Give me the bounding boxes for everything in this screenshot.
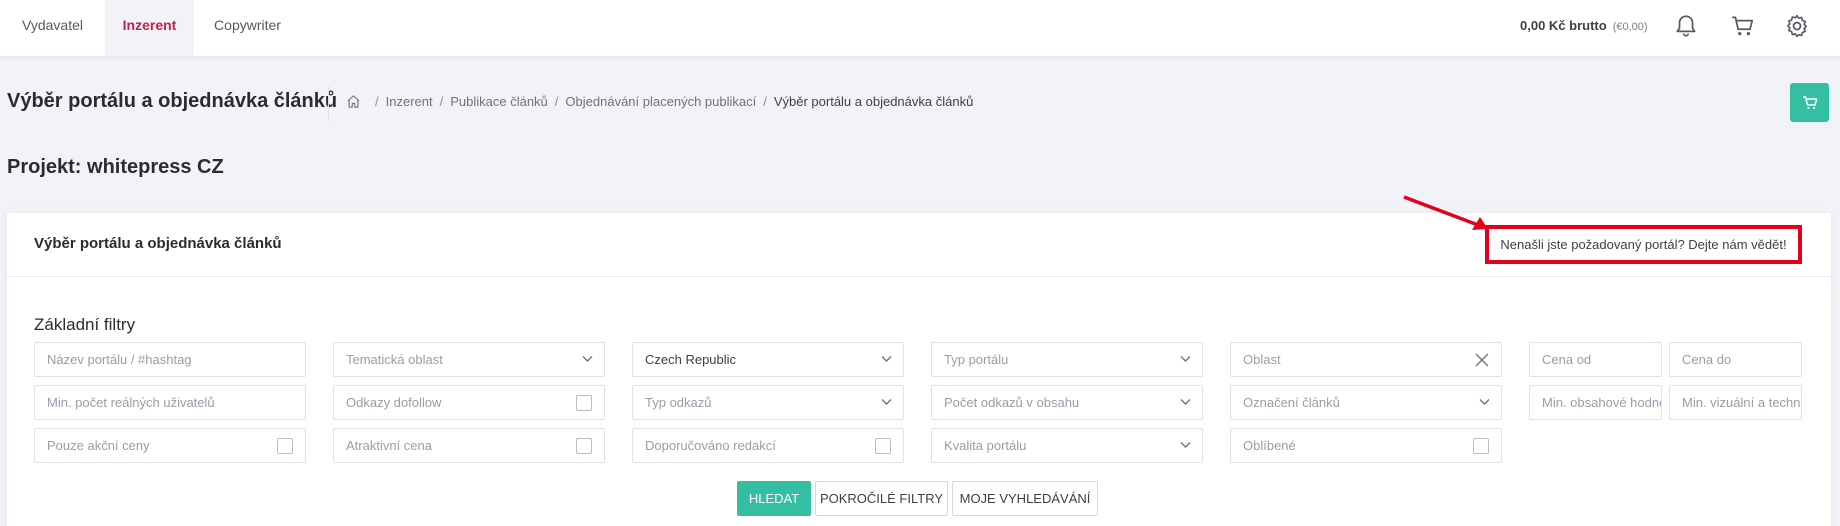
breadcrumb-item-objednavani[interactable]: Objednávání placených publikací (565, 94, 756, 109)
breadcrumb-separator: / (554, 94, 559, 109)
chevron-down-icon (1180, 399, 1191, 405)
attractive-price-checkbox[interactable] (576, 438, 592, 454)
clear-icon[interactable] (1475, 353, 1489, 367)
promo-prices-checkbox-field[interactable]: Pouze akční ceny (34, 428, 306, 463)
breadcrumb: / Inzerent / Publikace článků / Objednáv… (346, 94, 973, 109)
min-content-rating-input[interactable]: Min. obsahové hodnocení (1529, 385, 1662, 420)
chevron-down-icon (881, 356, 892, 362)
bell-icon[interactable] (1673, 13, 1699, 39)
chevron-down-icon (881, 399, 892, 405)
link-count-placeholder: Počet odkazů v obsahu (944, 395, 1080, 410)
breadcrumb-separator: / (763, 94, 767, 109)
card-title: Výběr portálu a objednávka článků (34, 235, 282, 252)
portal-quality-select[interactable]: Kvalita portálu (931, 428, 1203, 463)
page-title: Výběr portálu a objednávka článků (7, 90, 338, 112)
chevron-down-icon (1180, 442, 1191, 448)
min-visual-rating-input[interactable]: Min. vizuální a technické hodnocení (1669, 385, 1802, 420)
account-balance[interactable]: 0,00 Kč brutto (€0,00) (1520, 18, 1648, 33)
breadcrumb-item-inzerent[interactable]: Inzerent (386, 94, 433, 109)
price-to-placeholder: Cena do (1682, 352, 1732, 367)
attractive-price-checkbox-field[interactable]: Atraktivní cena (333, 428, 605, 463)
price-from-placeholder: Cena od (1542, 352, 1592, 367)
min-users-input[interactable]: Min. počet reálných uživatelů (34, 385, 306, 420)
breadcrumb-item-publikace[interactable]: Publikace článků (450, 94, 548, 109)
favorites-checkbox[interactable] (1473, 438, 1489, 454)
country-select[interactable]: Czech Republic (632, 342, 904, 377)
min-users-placeholder: Min. počet reálných uživatelů (47, 395, 215, 410)
my-searches-button[interactable]: MOJE VYHLEDÁVÁNÍ (952, 481, 1098, 516)
cart-icon (1803, 96, 1818, 110)
portal-name-input[interactable]: Název portálu / #hashtag (34, 342, 306, 377)
search-button[interactable]: HLEDAT (737, 481, 811, 516)
min-content-rating-placeholder: Min. obsahové hodnocení (1542, 395, 1661, 410)
home-icon[interactable] (346, 94, 361, 109)
advanced-filters-button[interactable]: POKROČILÉ FILTRY (815, 481, 948, 516)
red-arrow-annotation (1403, 195, 1488, 230)
portal-type-placeholder: Typ portálu (944, 352, 1009, 367)
portal-name-placeholder: Název portálu / #hashtag (47, 352, 192, 367)
topic-area-placeholder: Tematická oblast (346, 352, 443, 367)
portal-type-select[interactable]: Typ portálu (931, 342, 1203, 377)
favorites-label: Oblíbené (1243, 438, 1296, 453)
article-label-placeholder: Označení článků (1243, 395, 1340, 410)
editor-recommended-label: Doporučováno redakcí (645, 438, 776, 453)
attractive-price-label: Atraktivní cena (346, 438, 432, 453)
promo-prices-label: Pouze akční ceny (47, 438, 150, 453)
region-select[interactable]: Oblast (1230, 342, 1502, 377)
chevron-down-icon (582, 356, 593, 362)
breadcrumb-separator: / (375, 94, 379, 109)
top-navigation-bar: Vydavatel Inzerent Copywriter 0,00 Kč br… (0, 0, 1840, 56)
chevron-down-icon (1180, 356, 1191, 362)
balance-czk: 0,00 Kč brutto (1520, 18, 1607, 33)
tab-vydavatel[interactable]: Vydavatel (0, 0, 105, 56)
balance-eur: (€0,00) (1612, 21, 1648, 33)
project-title: Projekt: whitepress CZ (7, 156, 224, 178)
chevron-down-icon (1479, 399, 1490, 405)
dofollow-checkbox-field[interactable]: Odkazy dofollow (333, 385, 605, 420)
breadcrumb-item-current: Výběr portálu a objednávka článků (773, 94, 974, 109)
header-divider (328, 86, 329, 121)
editor-recommended-checkbox[interactable] (875, 438, 891, 454)
country-value: Czech Republic (645, 352, 737, 367)
cart-icon[interactable] (1730, 13, 1756, 39)
price-to-input[interactable]: Cena do (1669, 342, 1802, 377)
portal-quality-placeholder: Kvalita portálu (944, 438, 1027, 453)
promo-prices-checkbox[interactable] (277, 438, 293, 454)
breadcrumb-separator: / (439, 94, 444, 109)
basic-filters-heading: Základní filtry (34, 315, 136, 334)
topic-area-select[interactable]: Tematická oblast (333, 342, 605, 377)
dofollow-label: Odkazy dofollow (346, 395, 442, 410)
tab-copywriter[interactable]: Copywriter (194, 0, 301, 56)
editor-recommended-checkbox-field[interactable]: Doporučováno redakcí (632, 428, 904, 463)
card-header-divider (7, 276, 1831, 277)
region-placeholder: Oblast (1243, 352, 1281, 367)
article-label-select[interactable]: Označení článků (1230, 385, 1502, 420)
gear-icon[interactable] (1784, 13, 1810, 39)
portal-not-found-link[interactable]: Nenašli jste požadovaný portál? Dejte ná… (1485, 225, 1802, 264)
price-from-input[interactable]: Cena od (1529, 342, 1662, 377)
dofollow-checkbox[interactable] (576, 395, 592, 411)
cart-button[interactable] (1790, 83, 1829, 122)
link-type-select[interactable]: Typ odkazů (632, 385, 904, 420)
link-type-placeholder: Typ odkazů (645, 395, 712, 410)
min-visual-rating-placeholder: Min. vizuální a technické hodnocení (1682, 395, 1801, 410)
favorites-checkbox-field[interactable]: Oblíbené (1230, 428, 1502, 463)
tab-inzerent[interactable]: Inzerent (105, 0, 194, 56)
portal-selection-card: Výběr portálu a objednávka článků Nenašl… (7, 195, 1831, 526)
link-count-select[interactable]: Počet odkazů v obsahu (931, 385, 1203, 420)
